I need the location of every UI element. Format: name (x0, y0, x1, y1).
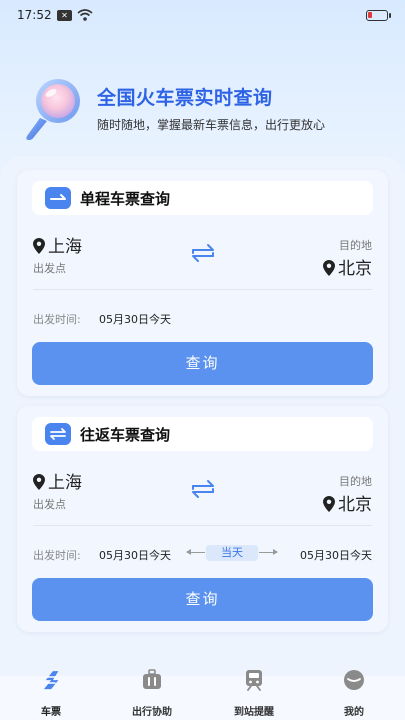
swap-icon[interactable] (189, 478, 217, 500)
round-date-label: 出发时间: (33, 549, 81, 562)
tab-arrival-reminder[interactable]: 到站提醒 (224, 666, 284, 720)
tab-travel-assist[interactable]: 出行协助 (122, 666, 182, 720)
tab-profile-label: 我的 (344, 707, 364, 718)
round-return-date[interactable]: 05月30日今天 (300, 547, 372, 563)
location-pin-icon (323, 496, 335, 512)
tab-tickets[interactable]: 车票 (21, 666, 81, 720)
tab-bar: 车票 出行协助 到站提醒 我的 (0, 660, 405, 720)
single-trip-card: 单程车票查询 上海 出发点 目的地 北京 出发时间: 05月30日今天 查询 (17, 170, 388, 396)
round-trip-arrows-icon (45, 423, 71, 445)
same-day-badge: 当天 (206, 545, 258, 561)
profile-icon (344, 670, 364, 690)
divider (33, 525, 372, 526)
magnifier-icon (26, 79, 80, 140)
single-to-city-text: 北京 (338, 259, 372, 279)
round-from-city-text: 上海 (48, 473, 82, 493)
round-trip-title: 往返车票查询 (80, 426, 171, 444)
single-trip-header: 单程车票查询 (32, 181, 373, 215)
one-way-arrow-icon (45, 187, 71, 209)
arrow-right-icon (273, 549, 278, 555)
location-pin-icon (33, 238, 45, 254)
luggage-icon (143, 669, 161, 689)
location-pin-icon (323, 260, 335, 276)
hero-subtitle: 随时随地，掌握最新车票信息，出行更放心 (97, 118, 326, 132)
single-query-button[interactable]: 查询 (32, 342, 373, 385)
train-icon (246, 670, 262, 691)
single-to-label: 目的地 (339, 239, 372, 252)
ticket-icon (43, 671, 59, 690)
same-day-indicator: 当天 (186, 545, 278, 561)
tab-tickets-label: 车票 (41, 707, 61, 718)
round-to-city[interactable]: 北京 (323, 490, 372, 515)
divider (33, 289, 372, 290)
tab-travel-assist-label: 出行协助 (132, 707, 172, 718)
wifi-icon (77, 9, 93, 21)
round-to-label: 目的地 (339, 475, 372, 488)
swap-icon[interactable] (189, 242, 217, 264)
single-trip-title: 单程车票查询 (80, 190, 171, 208)
notification-icon: ✕ (57, 10, 72, 21)
round-trip-card: 往返车票查询 上海 出发点 目的地 北京 出发时间: 05月30日今天 当天 0… (17, 406, 388, 632)
tab-arrival-reminder-label: 到站提醒 (234, 707, 274, 718)
single-from-city[interactable]: 上海 (33, 232, 82, 257)
single-date-value[interactable]: 05月30日今天 (99, 311, 171, 327)
tab-profile[interactable]: 我的 (324, 666, 384, 720)
round-from-label: 出发点 (33, 498, 66, 511)
status-time: 17:52 (17, 8, 52, 22)
single-from-city-text: 上海 (48, 237, 82, 257)
battery-icon (366, 10, 391, 21)
round-from-city[interactable]: 上海 (33, 468, 82, 493)
hero-title: 全国火车票实时查询 (97, 87, 273, 109)
status-bar: 17:52 ✕ (0, 0, 405, 32)
location-pin-icon (33, 474, 45, 490)
single-date-label: 出发时间: (33, 313, 81, 326)
round-query-button[interactable]: 查询 (32, 578, 373, 621)
round-depart-date[interactable]: 05月30日今天 (99, 547, 171, 563)
round-trip-header: 往返车票查询 (32, 417, 373, 451)
single-to-city[interactable]: 北京 (323, 254, 372, 279)
round-to-city-text: 北京 (338, 495, 372, 515)
single-from-label: 出发点 (33, 262, 66, 275)
